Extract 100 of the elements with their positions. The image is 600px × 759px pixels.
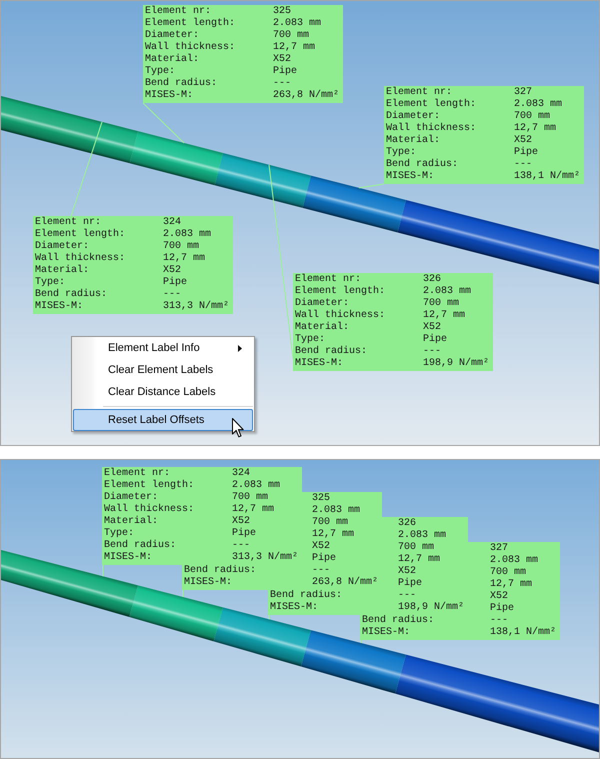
field-label: Bend radius: <box>362 615 436 627</box>
field-label: Type: <box>104 528 136 540</box>
field-value: 700 mm <box>514 111 552 123</box>
field-label: Wall thickness: <box>145 42 236 54</box>
field-label: Element nr: <box>35 217 102 228</box>
field-value: --- <box>423 346 442 358</box>
field-value: 2.083 mm <box>423 286 472 298</box>
field-value: Pipe <box>423 334 448 346</box>
leader-line <box>360 640 362 644</box>
leader-line <box>268 614 270 620</box>
field-label: Material: <box>295 322 350 334</box>
field-value: 700 mm <box>312 517 350 529</box>
field-label: Type: <box>295 334 326 346</box>
field-value: X52 <box>423 322 442 334</box>
field-label: Element length: <box>295 286 386 298</box>
field-value: X52 <box>490 591 510 602</box>
field-value: --- <box>163 289 182 301</box>
field-label: Element nr: <box>104 468 172 480</box>
field-value: 700 mm <box>232 492 270 504</box>
field-value: 2.083 mm <box>514 99 564 111</box>
field-label: MISES-M: <box>35 301 84 313</box>
field-value: 313,3 N/mm² <box>232 552 298 564</box>
field-label: Element length: <box>386 99 478 110</box>
field-value: 12,7 mm <box>312 529 356 541</box>
caret-right-icon <box>238 344 242 352</box>
field-label: Element length: <box>35 229 126 240</box>
field-label: Bend radius: <box>35 289 108 301</box>
menu-item[interactable]: Clear Element Labels <box>73 359 253 381</box>
field-value: 700 mm <box>490 567 528 579</box>
field-label: Material: <box>104 516 160 528</box>
field-label: Material: <box>386 135 442 147</box>
field-label: Wall thickness: <box>295 310 386 322</box>
field-label: Bend radius: <box>145 78 218 90</box>
field-label: MISES-M: <box>270 602 320 614</box>
field-label: MISES-M: <box>295 358 344 370</box>
field-value: 324 <box>232 468 252 480</box>
field-label: Diameter: <box>145 30 200 42</box>
field-label: Type: <box>35 277 66 288</box>
field-label: Type: <box>145 66 176 78</box>
field-value: 2.083 mm <box>163 229 212 241</box>
field-value: --- <box>312 565 332 577</box>
field-value: 12,7 mm <box>163 253 206 265</box>
field-label: Diameter: <box>386 111 442 122</box>
field-value: 324 <box>163 217 182 229</box>
field-value: 198,9 N/mm² <box>423 358 490 370</box>
field-value: 2.083 mm <box>312 505 362 517</box>
field-value: 2.083 mm <box>398 530 448 542</box>
field-value: 2.083 mm <box>490 555 540 567</box>
leader-line <box>358 184 384 188</box>
field-value: 313,3 N/mm² <box>163 301 230 313</box>
field-value: 327 <box>490 543 510 555</box>
field-value: 327 <box>514 87 534 99</box>
menu-item[interactable]: Element Label Info <box>73 337 253 359</box>
field-value: 12,7 mm <box>273 42 316 54</box>
menu-item[interactable]: Reset Label Offsets <box>73 409 253 431</box>
field-value: 12,7 mm <box>490 579 534 591</box>
field-value: Pipe <box>163 277 188 289</box>
field-value: X52 <box>312 541 332 552</box>
field-value: 700 mm <box>163 241 200 253</box>
field-value: 12,7 mm <box>514 123 558 135</box>
leader-line <box>142 102 184 144</box>
field-label: MISES-M: <box>362 627 412 639</box>
field-value: --- <box>232 540 252 552</box>
field-value: Pipe <box>398 578 424 590</box>
field-value: --- <box>490 615 510 627</box>
field-value: 2.083 mm <box>273 18 322 30</box>
field-label: Wall thickness: <box>35 253 126 264</box>
field-label: MISES-M: <box>145 90 194 102</box>
field-label: Bend radius: <box>104 540 178 552</box>
field-value: Pipe <box>312 553 338 565</box>
field-value: 12,7 mm <box>232 504 276 516</box>
field-value: X52 <box>163 265 182 276</box>
field-value: 12,7 mm <box>423 310 466 322</box>
field-label: Element nr: <box>145 6 212 18</box>
field-label: Element nr: <box>295 274 362 286</box>
field-value: --- <box>273 78 292 90</box>
menu-item[interactable]: Clear Distance Labels <box>73 381 253 403</box>
field-label: Material: <box>35 265 90 277</box>
field-value: 700 mm <box>423 298 460 310</box>
field-value: 326 <box>398 518 418 530</box>
field-value: 263,8 N/mm² <box>273 90 340 102</box>
field-value: X52 <box>514 135 534 146</box>
field-label: MISES-M: <box>104 552 154 564</box>
field-value: 325 <box>273 6 292 18</box>
field-value: X52 <box>398 566 418 578</box>
field-label: Bend radius: <box>295 346 368 358</box>
field-label: Element nr: <box>386 87 454 98</box>
leader-line <box>102 564 104 577</box>
field-value: 12,7 mm <box>398 554 442 566</box>
field-label: Bend radius: <box>270 590 344 602</box>
field-value: 325 <box>312 493 332 505</box>
field-value: 700 mm <box>398 542 436 554</box>
field-value: --- <box>398 590 418 602</box>
mouse-pointer-icon <box>232 418 244 438</box>
field-value: Pipe <box>514 147 540 159</box>
field-value: 198,9 N/mm² <box>398 602 464 614</box>
field-value: 138,1 N/mm² <box>514 171 580 183</box>
field-value: 263,8 N/mm² <box>312 577 378 589</box>
field-label: Bend radius: <box>184 565 258 577</box>
field-value: Pipe <box>490 603 516 615</box>
